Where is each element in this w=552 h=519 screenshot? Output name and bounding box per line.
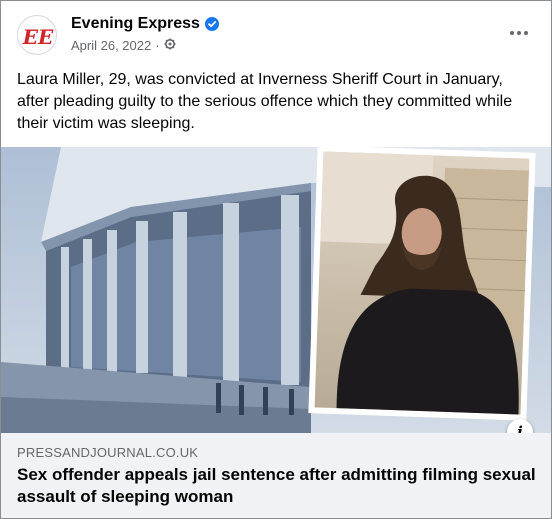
link-preview-footer[interactable]: PRESSANDJOURNAL.CO.UK Sex offender appea… — [1, 433, 551, 518]
verified-badge-icon — [204, 17, 219, 31]
link-domain: PRESSANDJOURNAL.CO.UK — [17, 445, 199, 460]
post-timestamp[interactable]: April 26, 2022 — [71, 38, 151, 53]
more-options-icon[interactable] — [507, 21, 531, 45]
post-body-text: Laura Miller, 29, was convicted at Inver… — [17, 71, 513, 132]
logo-text: EE — [22, 25, 54, 49]
meta-separator: · — [155, 38, 160, 53]
facebook-post-card: EE Evening Express April 26, 2022 · Laur… — [0, 0, 552, 519]
public-globe-icon[interactable] — [164, 38, 176, 53]
evening-express-logo: EE — [22, 25, 54, 49]
link-headline[interactable]: Sex offender appeals jail sentence after… — [17, 464, 537, 508]
page-avatar[interactable]: EE — [17, 15, 57, 55]
courthouse-and-portrait-image — [1, 147, 551, 433]
page-name-link[interactable]: Evening Express — [71, 15, 200, 33]
page-name-row: Evening Express — [71, 15, 219, 33]
link-preview-image[interactable]: i — [1, 147, 551, 433]
post-header: EE Evening Express April 26, 2022 · — [1, 1, 551, 65]
post-meta: April 26, 2022 · — [71, 38, 176, 53]
